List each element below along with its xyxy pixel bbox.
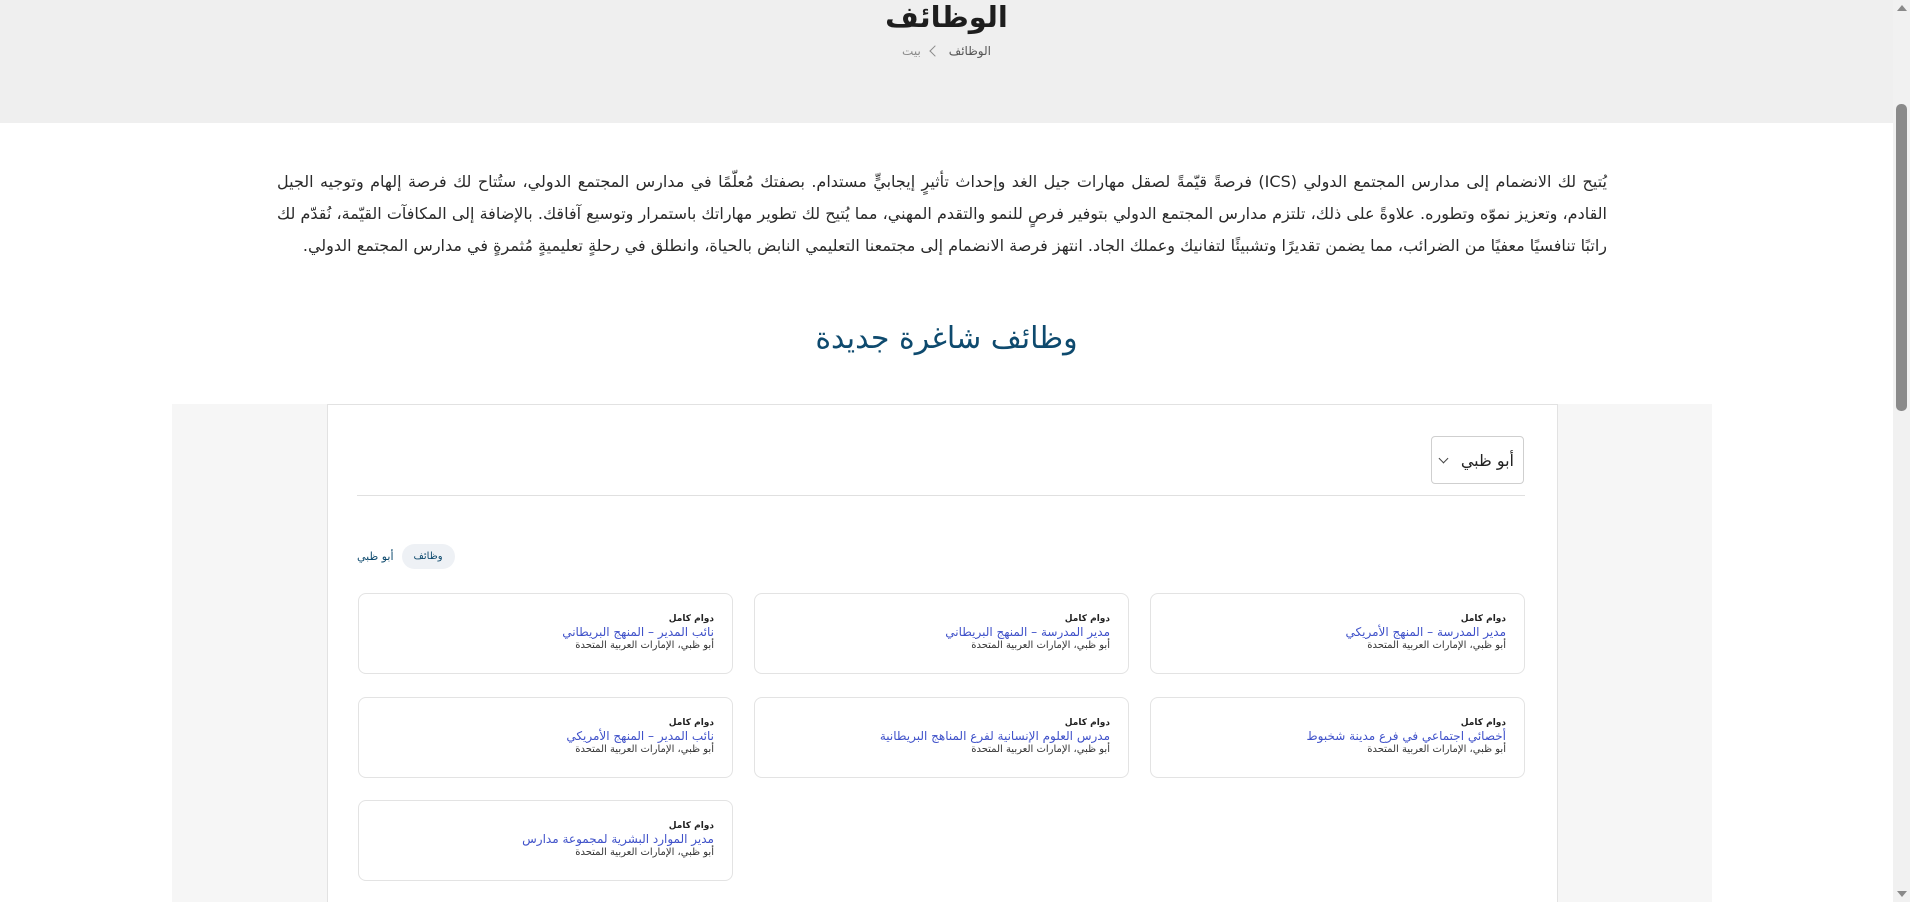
chevron-down-icon [1438,453,1449,463]
filter-location[interactable]: أبو ظبي [357,550,394,563]
job-title-link[interactable]: مدير المدرسة – المنهج الأمريكي [1169,625,1506,639]
breadcrumb-current: الوظائف [948,44,991,58]
job-card[interactable]: دوام كامل مدير المدرسة – المنهج البريطان… [754,593,1129,674]
job-type: دوام كامل [668,821,714,831]
job-title-link[interactable]: مدير المدرسة – المنهج البريطاني [773,625,1110,639]
job-card[interactable]: دوام كامل مدرس العلوم الإنسانية لفرع الم… [754,697,1129,778]
chevron-left-icon [929,45,941,57]
job-card[interactable]: دوام كامل نائب المدير – المنهج البريطاني… [358,593,733,674]
scroll-up-arrow-icon[interactable] [1897,5,1907,11]
job-title-link[interactable]: مدير الموارد البشرية لمجموعة مدارس [377,832,714,846]
job-title-link[interactable]: مدرس العلوم الإنسانية لفرع المناهج البري… [773,729,1110,743]
location-select-value: أبو ظبي [1460,450,1514,470]
scroll-down-arrow-icon[interactable] [1897,891,1907,897]
breadcrumb: الوظائف بيت [0,44,1893,58]
filter-chip[interactable]: وظائف [401,544,455,569]
section-title: وظائف شاغرة جديدة [815,321,1078,356]
job-type: دوام كامل [1064,614,1110,624]
divider [357,495,1525,496]
job-location: أبو ظبي، الإمارات العربية المتحدة [575,847,714,858]
job-type: دوام كامل [668,718,714,728]
job-location: أبو ظبي، الإمارات العربية المتحدة [575,640,714,651]
scrollbar-thumb[interactable] [1896,104,1907,411]
breadcrumb-home-link[interactable]: بيت [902,44,921,58]
job-type: دوام كامل [1460,614,1506,624]
page-header: الوظائف الوظائف بيت [0,0,1893,123]
job-card[interactable]: دوام كامل مدير الموارد البشرية لمجموعة م… [358,800,733,881]
scrollbar[interactable] [1893,0,1910,902]
job-location: أبو ظبي، الإمارات العربية المتحدة [1367,640,1506,651]
job-card[interactable]: دوام كامل مدير المدرسة – المنهج الأمريكي… [1150,593,1525,674]
job-location: أبو ظبي، الإمارات العربية المتحدة [575,744,714,755]
job-title-link[interactable]: نائب المدير – المنهج الأمريكي [377,729,714,743]
filter-row: أبو ظبي وظائف [357,544,455,569]
job-title-link[interactable]: نائب المدير – المنهج البريطاني [377,625,714,639]
page-title: الوظائف [885,0,1008,34]
job-type: دوام كامل [1460,718,1506,728]
job-location: أبو ظبي، الإمارات العربية المتحدة [971,744,1110,755]
job-card[interactable]: دوام كامل أخصائي اجتماعي في فرع مدينة شخ… [1150,697,1525,778]
job-card[interactable]: دوام كامل نائب المدير – المنهج الأمريكي … [358,697,733,778]
intro-paragraph: يُتيح لك الانضمام إلى مدارس المجتمع الدو… [277,172,1607,255]
job-location: أبو ظبي، الإمارات العربية المتحدة [971,640,1110,651]
job-title-link[interactable]: أخصائي اجتماعي في فرع مدينة شخبوط [1169,729,1506,743]
location-select[interactable]: أبو ظبي [1431,436,1524,484]
page: الوظائف الوظائف بيت يُتيح لك الانضمام إل… [0,0,1910,902]
job-type: دوام كامل [668,614,714,624]
job-location: أبو ظبي، الإمارات العربية المتحدة [1367,744,1506,755]
job-type: دوام كامل [1064,718,1110,728]
